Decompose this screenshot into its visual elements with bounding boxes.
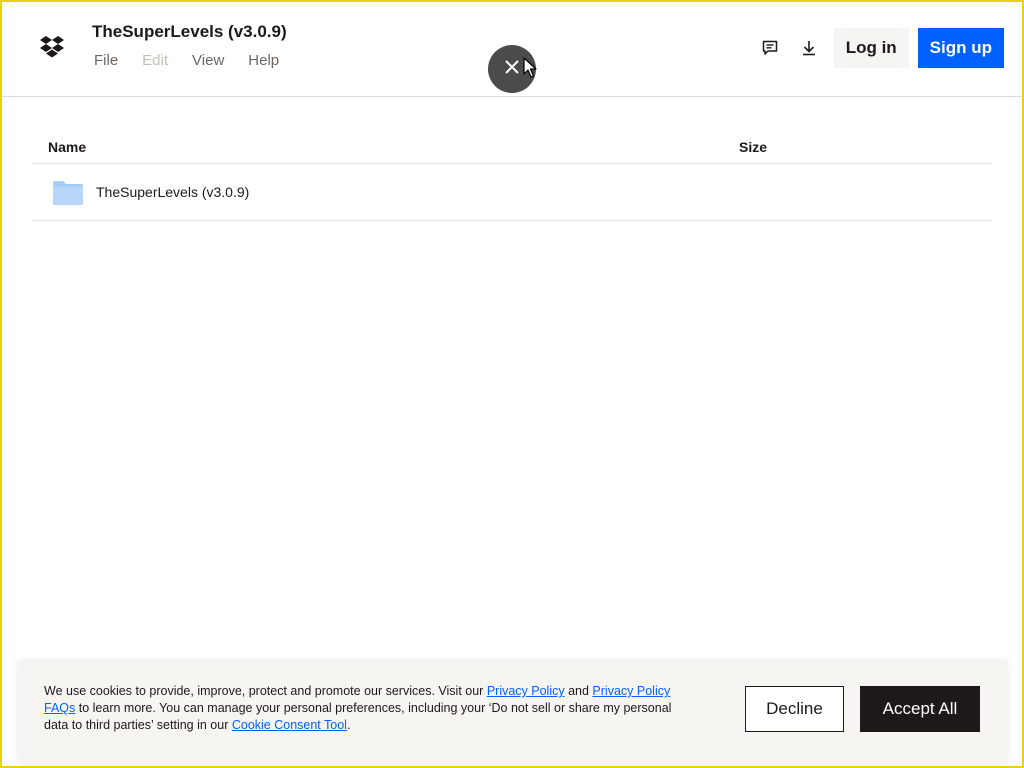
menu-file[interactable]: File [94, 52, 118, 69]
cookie-text-part: . [346, 718, 351, 732]
decline-button[interactable]: Decline [745, 686, 844, 732]
window-frame [0, 0, 1024, 768]
login-button[interactable]: Log in [833, 28, 909, 68]
accept-all-button[interactable]: Accept All [860, 686, 980, 732]
cookie-banner: We use cookies to provide, improve, prot… [18, 660, 1008, 764]
cookie-text-part: to learn more. You can manage your perso… [44, 701, 672, 732]
cookie-text-part: We use cookies to provide, improve, prot… [44, 684, 487, 698]
column-header-size[interactable]: Size [739, 139, 767, 155]
dropbox-logo-icon[interactable] [40, 36, 64, 60]
menu-help[interactable]: Help [248, 52, 279, 69]
menu-view[interactable]: View [192, 52, 224, 69]
folder-icon [52, 180, 84, 211]
header-actions: Log in Sign up [756, 28, 1004, 68]
menu-edit[interactable]: Edit [142, 52, 168, 69]
table-header: Name Size [32, 130, 992, 164]
table-row[interactable]: TheSuperLevels (v3.0.9) [32, 164, 992, 221]
signup-button[interactable]: Sign up [917, 28, 1004, 68]
comment-icon[interactable] [756, 28, 784, 68]
close-icon [504, 59, 520, 80]
column-header-name[interactable]: Name [48, 139, 86, 155]
file-table: Name Size TheSuperLevels (v3.0.9) [32, 130, 992, 221]
cookie-consent-tool-link[interactable]: Cookie Consent Tool [232, 718, 347, 732]
file-title: TheSuperLevels (v3.0.9) [92, 22, 287, 41]
privacy-policy-link[interactable]: Privacy Policy [487, 684, 565, 698]
menu-bar: File Edit View Help [94, 52, 303, 69]
mouse-cursor-icon [523, 57, 537, 84]
cookie-text-part: and [564, 684, 593, 698]
download-icon[interactable] [795, 28, 823, 68]
row-name[interactable]: TheSuperLevels (v3.0.9) [96, 184, 249, 200]
cookie-text: We use cookies to provide, improve, prot… [44, 683, 684, 734]
